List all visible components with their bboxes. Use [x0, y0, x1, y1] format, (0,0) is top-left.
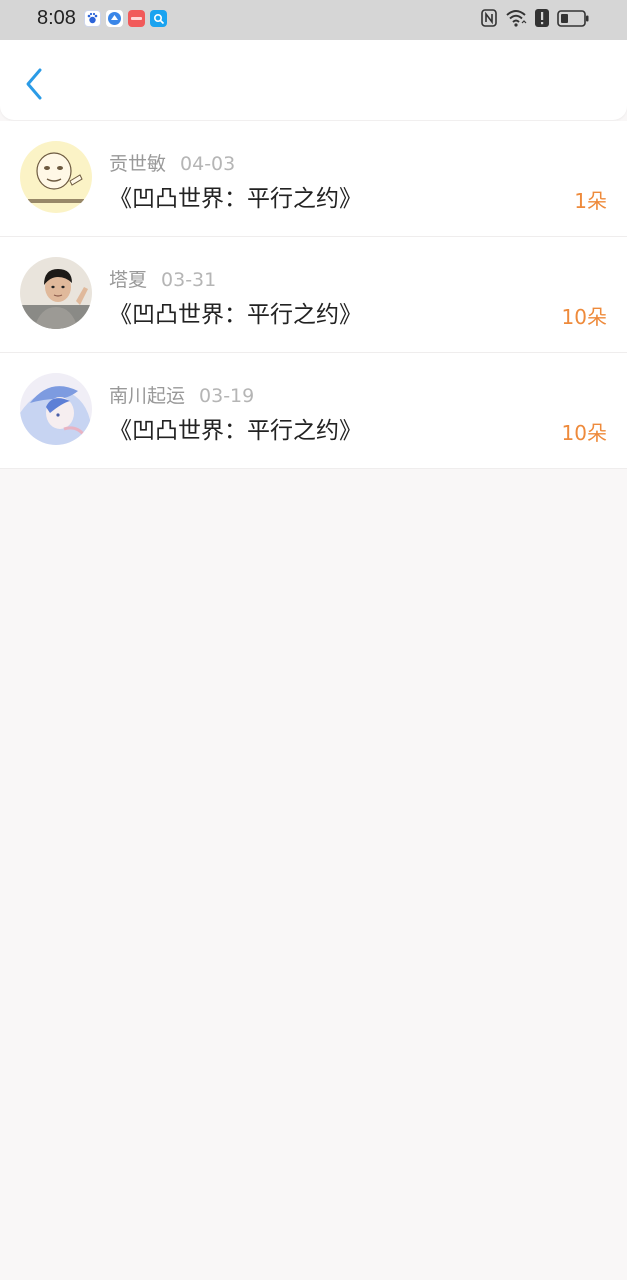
- back-button[interactable]: [18, 64, 50, 104]
- list-item[interactable]: 南川起运 03-19 《凹凸世界：平行之约》 10朵: [0, 353, 627, 469]
- avatar[interactable]: [20, 257, 92, 329]
- red-app-icon: [128, 10, 145, 27]
- status-right-icons: [481, 9, 589, 31]
- sender-name: 南川起运: [109, 385, 186, 407]
- send-date: 03-19: [199, 385, 255, 407]
- list-item[interactable]: 塔夏 03-31 《凹凸世界：平行之约》 10朵: [0, 237, 627, 353]
- status-bar: 8:08: [0, 0, 627, 40]
- status-time: 8:08: [37, 7, 76, 29]
- search-app-icon: [150, 10, 167, 27]
- flower-count: 10朵: [561, 305, 607, 329]
- blue-app-icon: [106, 10, 123, 27]
- wifi-icon: [505, 9, 527, 31]
- book-title: 《凹凸世界：平行之约》: [109, 418, 362, 444]
- header: [0, 40, 627, 120]
- avatar[interactable]: [20, 141, 92, 213]
- book-title: 《凹凸世界：平行之约》: [109, 302, 362, 328]
- send-date: 03-31: [161, 269, 217, 291]
- sender-name: 塔夏: [109, 269, 148, 291]
- sender-line: 南川起运 03-19: [109, 381, 254, 408]
- battery-icon: [557, 9, 589, 31]
- gift-record-list: 贡世敏 04-03 《凹凸世界：平行之约》 1朵 塔夏 03-31 《凹凸世界：平行…: [0, 121, 627, 469]
- book-title: 《凹凸世界：平行之约》: [109, 186, 362, 212]
- chevron-left-icon: [26, 68, 42, 100]
- sender-line: 塔夏 03-31: [109, 265, 216, 292]
- flower-count: 10朵: [561, 421, 607, 445]
- notification-icons: [84, 10, 167, 27]
- send-date: 04-03: [180, 153, 236, 175]
- alert-icon: [535, 9, 549, 31]
- baidu-icon: [84, 10, 101, 27]
- avatar[interactable]: [20, 373, 92, 445]
- flower-count: 1朵: [574, 189, 607, 213]
- nfc-icon: [481, 9, 497, 31]
- sender-name: 贡世敏: [109, 153, 167, 175]
- sender-line: 贡世敏 04-03: [109, 149, 235, 176]
- list-item[interactable]: 贡世敏 04-03 《凹凸世界：平行之约》 1朵: [0, 121, 627, 237]
